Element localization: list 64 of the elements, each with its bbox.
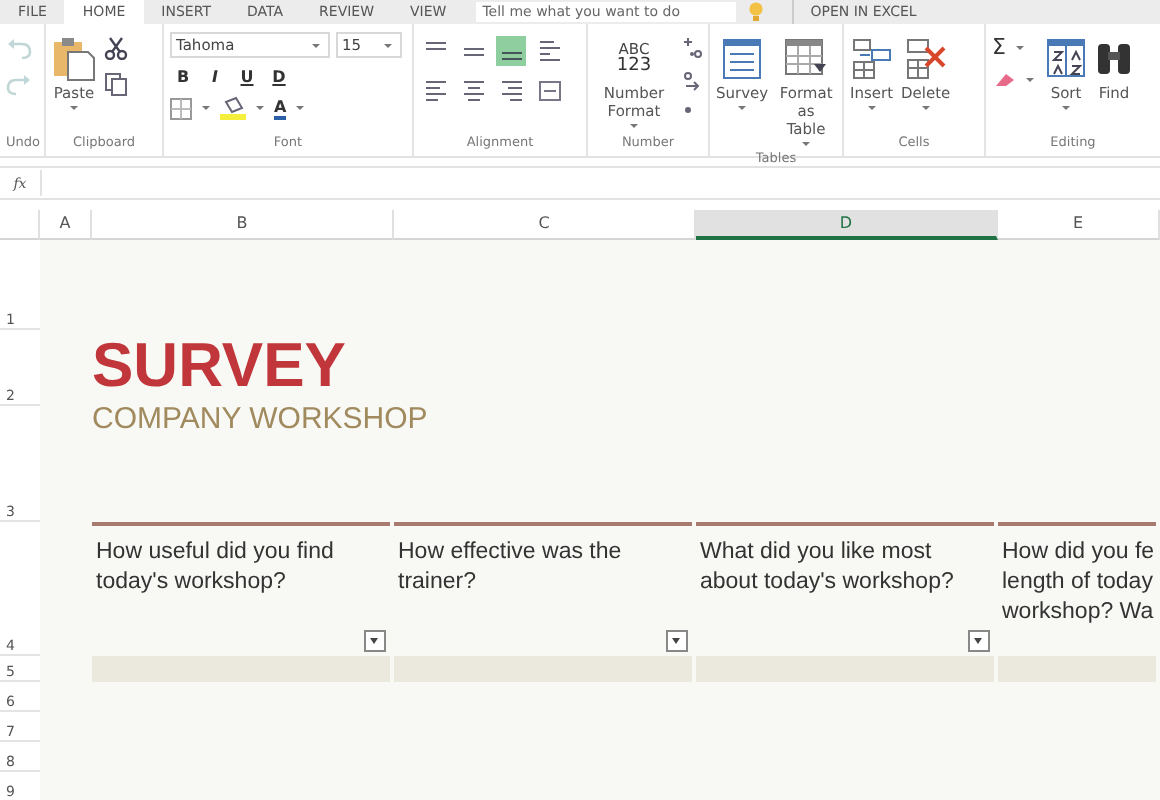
wrap-text-icon bbox=[537, 38, 561, 64]
caret-icon bbox=[296, 106, 305, 110]
borders-icon[interactable] bbox=[170, 97, 192, 119]
font-style-button[interactable]: I bbox=[202, 68, 228, 86]
autosum-button[interactable]: Σ bbox=[992, 36, 1006, 60]
clipboard-icon bbox=[52, 35, 96, 81]
delete-cells-icon bbox=[905, 37, 946, 79]
form-icon bbox=[722, 37, 763, 79]
increase-decimal-icon[interactable] bbox=[682, 36, 702, 58]
scissors-icon[interactable] bbox=[104, 36, 128, 60]
column-heading: How useful did you find today's workshop? bbox=[96, 538, 336, 598]
number-icon-text: 123 bbox=[616, 58, 652, 74]
align-right-button[interactable] bbox=[496, 76, 526, 106]
paint-bucket-icon[interactable] bbox=[220, 96, 246, 120]
align-top-icon bbox=[423, 42, 447, 50]
column-heading: How did you fe length of today workshop? Wa bbox=[1002, 538, 1152, 628]
survey-title: SURVEY bbox=[92, 330, 348, 402]
filter-dropdown-button[interactable] bbox=[968, 630, 990, 652]
survey-subtitle: COMPANY WORKSHOP bbox=[92, 404, 430, 436]
binoculars-icon bbox=[1094, 38, 1134, 78]
merge-cells-button[interactable] bbox=[534, 76, 564, 106]
column-heading: What did you like most about today's workshop? bbox=[700, 538, 956, 598]
table-icon bbox=[784, 37, 829, 79]
align-bottom-button[interactable] bbox=[496, 36, 526, 66]
filter-dropdown-button[interactable] bbox=[666, 630, 688, 652]
caret-icon bbox=[384, 43, 392, 47]
merge-cells-icon bbox=[537, 78, 561, 104]
column-header[interactable]: E bbox=[998, 210, 1160, 240]
align-right-icon bbox=[499, 78, 523, 104]
wrap-text-button[interactable] bbox=[534, 36, 564, 66]
caret-icon bbox=[921, 106, 930, 110]
align-middle-icon bbox=[461, 47, 485, 55]
font-style-button[interactable]: B bbox=[170, 68, 196, 86]
font-style-button[interactable]: D bbox=[266, 68, 292, 86]
caret-icon bbox=[202, 106, 210, 110]
caret-icon bbox=[1026, 78, 1034, 82]
column-heading: How effective was the trainer? bbox=[398, 538, 624, 598]
lightbulb-icon bbox=[748, 2, 765, 22]
filter-dropdown-button[interactable] bbox=[364, 630, 386, 652]
copy-icon[interactable] bbox=[104, 72, 128, 96]
font-style-button[interactable]: U bbox=[234, 68, 260, 86]
eraser-icon[interactable] bbox=[992, 72, 1016, 88]
caret-icon bbox=[738, 106, 747, 110]
align-center-button[interactable] bbox=[458, 76, 488, 106]
column-header[interactable]: B bbox=[92, 210, 394, 240]
decrease-decimal-icon[interactable] bbox=[682, 70, 702, 92]
caret-icon bbox=[802, 142, 811, 146]
align-left-button[interactable] bbox=[420, 76, 450, 106]
column-header[interactable]: A bbox=[40, 210, 92, 240]
caret-icon bbox=[256, 106, 264, 110]
align-bottom-icon bbox=[499, 52, 523, 60]
caret-icon bbox=[70, 106, 78, 110]
column-header[interactable]: C bbox=[394, 210, 696, 240]
caret-icon bbox=[1062, 106, 1070, 110]
align-center-icon bbox=[461, 78, 485, 104]
font-color-button[interactable]: A bbox=[274, 97, 287, 119]
caret-icon bbox=[630, 124, 638, 128]
caret-icon bbox=[867, 106, 876, 110]
caret-icon bbox=[312, 43, 320, 47]
caret-icon bbox=[1015, 46, 1024, 50]
sort-icon bbox=[1046, 38, 1086, 78]
align-left-icon bbox=[423, 78, 447, 104]
insert-cells-icon bbox=[851, 37, 892, 79]
column-header[interactable]: D bbox=[696, 210, 998, 240]
